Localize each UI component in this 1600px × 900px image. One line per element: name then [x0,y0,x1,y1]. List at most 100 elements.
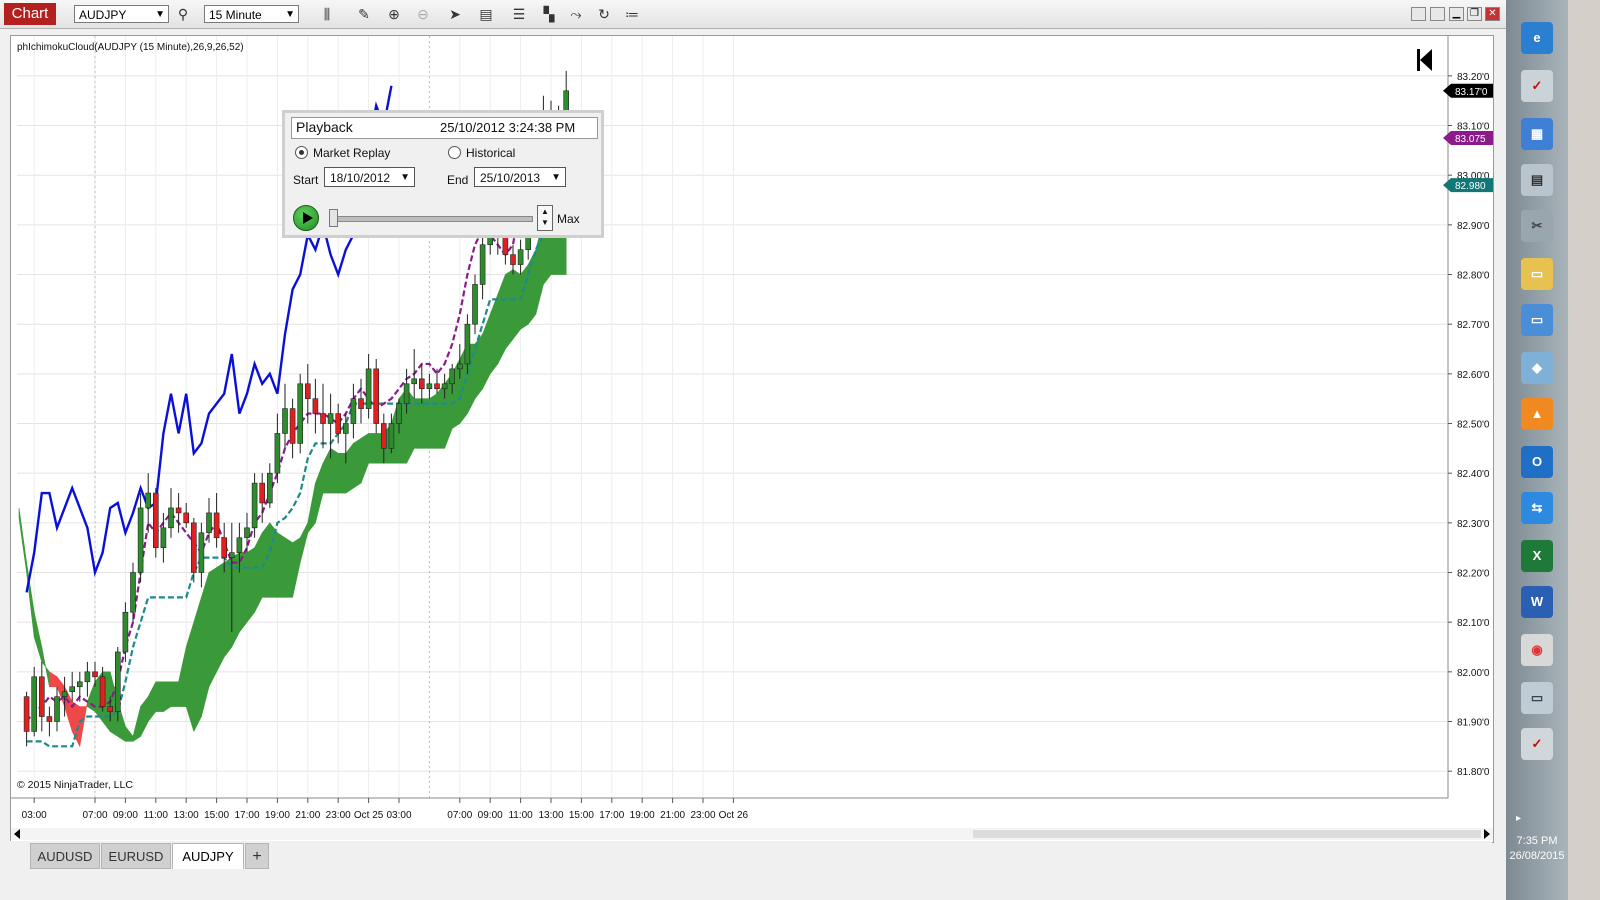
cloud-segment-bullish [497,274,506,365]
clock-date: 26/08/2015 [1509,850,1565,862]
chart-panel[interactable]: 83.20'0 83.10'0 83.00'0 82.90'0 82.80'0 82.70… [10,35,1497,843]
candle-body [464,323,471,365]
bar-type-icon[interactable]: ⫼ [318,5,336,23]
price-tick-label: 81.80'0 [1457,767,1490,778]
cloud-segment-bullish [155,681,164,712]
candle-body [145,492,151,509]
remote-desktop-icon[interactable]: ▭ [1521,304,1553,336]
market-replay-radio[interactable] [295,146,308,159]
candle [517,239,524,275]
zoom-out-icon[interactable]: ⊖ [414,5,432,23]
close-button[interactable]: ✕ [1485,7,1500,21]
tab-audjpy[interactable]: AUDJPY [172,843,244,869]
cloud-segment-bullish [132,706,141,742]
time-tick-label: 13:00 [538,810,563,821]
kijun-line [26,184,560,748]
time-tick-label: 15:00 [569,810,594,821]
candle-body [335,413,342,434]
candle-body [441,383,448,390]
strategies-icon[interactable]: ▚ [540,5,558,23]
candle-body [31,676,38,732]
ninjatrader-icon[interactable]: ✓ [1521,70,1553,102]
restore-button[interactable]: ❐ [1467,7,1482,21]
internet-explorer-icon[interactable]: e [1521,22,1553,54]
cursor-icon[interactable]: ➤ [446,5,464,23]
properties-icon[interactable]: ☰ [510,5,528,23]
candle [31,666,38,737]
tab-eurusd[interactable]: EURUSD [101,843,171,869]
candle-body [327,413,334,424]
candle-body [46,716,53,722]
search-icon[interactable]: ⚲ [174,5,192,23]
price-chart[interactable]: 83.20'083.10'083.00'082.90'082.80'082.70… [11,36,1497,842]
candle [54,686,60,732]
minimize-button[interactable]: ▁ [1449,7,1464,21]
indicators-icon[interactable]: ⤳ [567,5,585,23]
cloud-segment-bullish [201,572,210,717]
candle-body [54,696,60,722]
taskbar-clock[interactable]: 7:35 PM 26/08/2015 [1506,834,1568,864]
pin-button[interactable] [1411,7,1426,21]
candle-body [320,413,326,424]
time-tick-label: Oct 26 [719,810,749,821]
max-label: Max [557,212,580,226]
calculator-icon[interactable]: ▤ [1521,164,1553,196]
historical-radio[interactable] [448,146,461,159]
instrument-tabs: AUDUSD EURUSD AUDJPY + [10,841,1492,871]
vlc-icon[interactable]: ▲ [1521,398,1553,430]
refresh-icon[interactable]: ↻ [595,5,613,23]
price-tick-label: 81.90'0 [1457,718,1490,729]
candle-body [312,398,319,414]
data-box-icon[interactable]: ▤ [477,5,495,23]
candle [46,706,53,737]
start-date-select[interactable]: 18/10/2012 ▼ [324,167,415,187]
cloud-segment-bullish [33,612,43,662]
price-marker: 83.075 [1443,130,1497,145]
candle-body [115,651,121,712]
tools-icon[interactable]: ✂ [1521,210,1553,242]
time-tick-label: 23:00 [326,810,351,821]
skip-to-start-icon[interactable] [1417,49,1432,71]
scrollbar-thumb[interactable] [973,830,1481,838]
candle [282,383,288,449]
time-tick-label: 11:00 [144,810,169,821]
folder-icon[interactable]: ▭ [1521,258,1553,290]
candle-body [244,527,250,539]
add-tab-button[interactable]: + [245,843,269,869]
price-axis: 83.20'083.10'083.00'082.90'082.80'082.70… [1443,36,1497,798]
notes-icon[interactable]: ◆ [1521,352,1553,384]
candle-body [130,572,136,613]
interval-select[interactable]: 15 Minute ▼ [204,5,299,23]
zoom-in-icon[interactable]: ⊕ [385,5,403,23]
cloud-segment-bearish [49,671,58,688]
link-button[interactable] [1430,7,1445,21]
teamviewer-icon[interactable]: ⇆ [1521,492,1553,524]
price-marker-label: 82.980 [1455,181,1486,192]
monitor-icon[interactable]: ▭ [1521,682,1553,714]
excel-icon[interactable]: X [1521,540,1553,572]
chrome-icon[interactable]: ◉ [1521,634,1553,666]
tray-arrow-icon[interactable]: ▸ [1516,813,1521,824]
cloud-segment-bullish [185,622,195,732]
speed-slider-thumb[interactable] [329,209,338,227]
end-date-select[interactable]: 25/10/2013 ▼ [474,167,566,187]
tab-audusd[interactable]: AUDUSD [30,843,100,869]
candle [191,517,197,583]
list-icon[interactable]: ≔ [623,5,641,23]
candle-body [229,552,235,558]
ninjatrader-active-icon[interactable]: ✓ [1521,728,1553,760]
cloud-segment-bullish [482,314,491,389]
instrument-select[interactable]: AUDJPY ▼ [74,5,169,23]
play-button[interactable] [293,205,319,231]
outlook-icon[interactable]: O [1521,446,1553,478]
word-icon[interactable]: W [1521,586,1553,618]
cloud-segment-bullish [429,393,438,449]
playback-header: Playback 25/10/2012 3:24:38 PM [291,117,598,139]
speed-spinner[interactable]: ▲ ▼ [537,205,553,231]
control-panel-icon[interactable]: ▦ [1521,118,1553,150]
interval-value: 15 Minute [209,8,262,22]
chart-menu-button[interactable]: Chart [4,3,56,25]
speed-slider[interactable] [329,216,533,222]
pencil-icon[interactable]: ✎ [355,5,373,23]
candle-body [396,403,402,424]
